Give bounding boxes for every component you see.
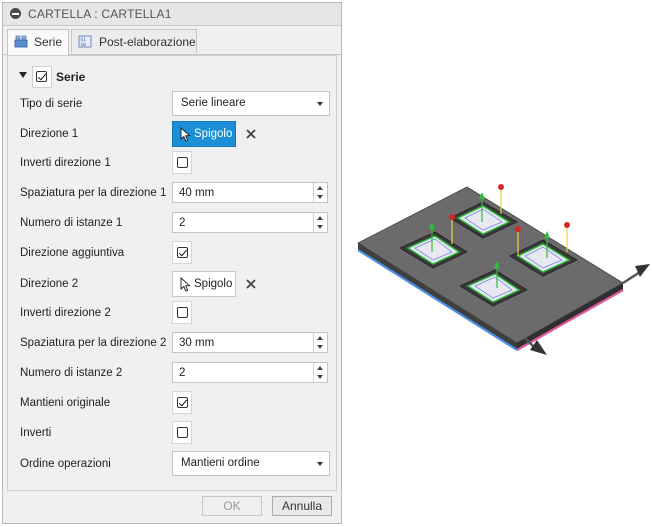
operation-order-label: Ordine operazioni (20, 458, 111, 470)
dialog-footer: OK Annulla (3, 490, 341, 523)
tab-post-elaborazione[interactable]: G1 G0 Post-elaborazione (71, 29, 197, 53)
extra-direction-box[interactable] (177, 247, 188, 258)
spin-down-icon[interactable] (317, 225, 323, 229)
spin-down-icon[interactable] (317, 375, 323, 379)
spacing1-stepper[interactable] (313, 183, 327, 202)
pattern-type-label: Tipo di serie (20, 98, 83, 110)
collapse-icon[interactable] (10, 8, 21, 19)
invert-label: Inverti (20, 427, 52, 439)
invert-direction2-box[interactable] (177, 307, 188, 318)
invert-direction2-checkbox[interactable] (172, 301, 192, 324)
tab-bar: Serie G1 G0 Post-elaborazione (3, 26, 341, 55)
count2-label: Numero di istanze 2 (20, 367, 123, 379)
spin-up-icon[interactable] (317, 216, 323, 220)
keep-original-box[interactable] (177, 397, 188, 408)
count2-stepper[interactable] (313, 363, 327, 382)
clear-direction2-icon[interactable] (244, 277, 258, 291)
pattern-tab-icon (14, 35, 28, 48)
direction2-button-label: Spigolo (194, 278, 233, 290)
spacing1-input[interactable] (175, 184, 313, 201)
count1-input[interactable] (175, 214, 313, 231)
spacing2-stepper[interactable] (313, 333, 327, 352)
invert-checkbox[interactable] (172, 421, 192, 444)
count1-stepper[interactable] (313, 213, 327, 232)
count1-label: Numero di istanze 1 (20, 217, 123, 229)
pattern-panel: Serie Tipo di serie Serie lineare Direzi… (7, 55, 337, 491)
dropdown-arrow-icon (317, 102, 323, 106)
spacing1-spinbox[interactable] (172, 182, 328, 203)
invert-direction1-label: Inverti direzione 1 (20, 157, 111, 169)
operation-order-value: Mantieni ordine (181, 457, 260, 469)
select-cursor-icon (180, 277, 191, 292)
direction-arrow-icon[interactable] (524, 337, 547, 355)
spin-up-icon[interactable] (317, 366, 323, 370)
spin-down-icon[interactable] (317, 195, 323, 199)
invert-direction1-checkbox[interactable] (172, 151, 192, 174)
tab-serie[interactable]: Serie (7, 29, 69, 55)
clear-direction1-icon[interactable] (244, 127, 258, 141)
post-processing-tab-icon: G1 G0 (78, 35, 92, 48)
extra-direction-checkbox[interactable] (172, 241, 192, 264)
direction1-label: Direzione 1 (20, 128, 79, 140)
invert-direction1-box[interactable] (177, 157, 188, 168)
dialog-title: CARTELLA : CARTELLA1 (28, 7, 172, 21)
direction-arrow-icon[interactable] (622, 264, 650, 285)
expand-triangle-icon[interactable] (19, 72, 27, 78)
spin-down-icon[interactable] (317, 345, 323, 349)
pattern-dialog: CARTELLA : CARTELLA1 Serie G1 G0 Post-el… (2, 2, 342, 524)
cancel-button[interactable]: Annulla (272, 496, 332, 516)
direction1-edge-button[interactable]: Spigolo (172, 121, 236, 147)
direction2-edge-button[interactable]: Spigolo (172, 271, 236, 297)
invert-direction2-label: Inverti direzione 2 (20, 307, 111, 319)
model-viewport[interactable] (355, 180, 652, 360)
count2-spinbox[interactable] (172, 362, 328, 383)
operation-order-select[interactable]: Mantieni ordine (172, 451, 330, 476)
count2-input[interactable] (175, 364, 313, 381)
group-label: Serie (56, 70, 86, 84)
dialog-titlebar: CARTELLA : CARTELLA1 (3, 3, 341, 26)
group-checkbox[interactable] (32, 66, 52, 88)
spacing2-spinbox[interactable] (172, 332, 328, 353)
direction1-button-label: Spigolo (194, 128, 233, 140)
spacing2-input[interactable] (175, 334, 313, 351)
select-cursor-icon (180, 127, 191, 142)
pattern-type-value: Serie lineare (181, 97, 246, 109)
dropdown-arrow-icon (317, 462, 323, 466)
tab-serie-label: Serie (34, 35, 63, 49)
extra-direction-label: Direzione aggiuntiva (20, 247, 125, 259)
ok-button[interactable]: OK (202, 496, 262, 516)
spin-up-icon[interactable] (317, 186, 323, 190)
spin-up-icon[interactable] (317, 336, 323, 340)
keep-original-checkbox[interactable] (172, 391, 192, 414)
spacing2-label: Spaziatura per la direzione 2 (20, 337, 167, 349)
keep-original-label: Mantieni originale (20, 397, 111, 409)
pattern-type-select[interactable]: Serie lineare (172, 91, 330, 116)
count1-spinbox[interactable] (172, 212, 328, 233)
invert-box[interactable] (177, 427, 188, 438)
group-checkbox-box[interactable] (36, 71, 47, 82)
tab-post-label: Post-elaborazione (99, 35, 196, 49)
svg-text:G0: G0 (81, 42, 87, 48)
direction2-label: Direzione 2 (20, 278, 79, 290)
spacing1-label: Spaziatura per la direzione 1 (20, 187, 167, 199)
